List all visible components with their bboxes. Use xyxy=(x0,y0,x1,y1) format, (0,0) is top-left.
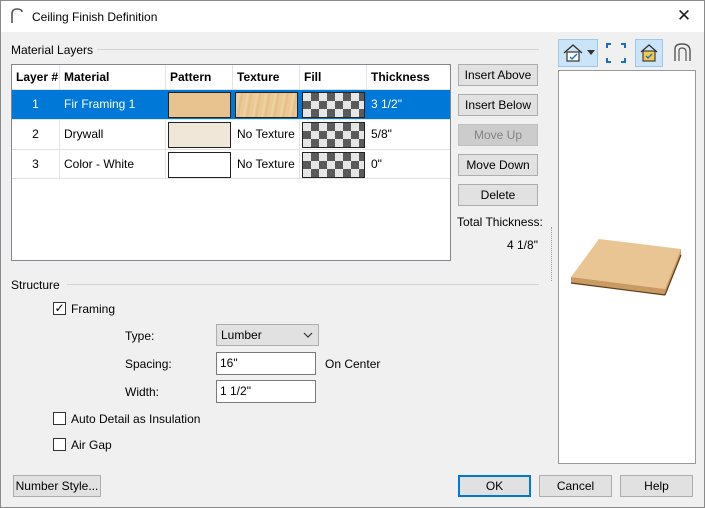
structure-label: Structure xyxy=(11,278,60,292)
type-label: Type: xyxy=(125,329,155,343)
texture-label[interactable]: No Texture xyxy=(233,150,300,179)
auto-detail-checkbox[interactable] xyxy=(53,412,66,425)
cross-section-icon[interactable] xyxy=(671,39,695,67)
delete-button[interactable]: Delete xyxy=(458,184,538,206)
material-name[interactable]: Fir Framing 1 xyxy=(60,90,166,119)
framing-label: Framing xyxy=(71,302,116,316)
splitter-handle[interactable] xyxy=(551,227,553,281)
air-gap-label: Air Gap xyxy=(71,438,112,452)
fill-swatch[interactable] xyxy=(302,152,365,178)
layer-number: 2 xyxy=(12,120,60,149)
color-toggle-button[interactable] xyxy=(635,39,663,67)
material-name[interactable]: Drywall xyxy=(60,120,166,149)
width-input[interactable]: 1 1/2" xyxy=(216,380,316,403)
pattern-swatch[interactable] xyxy=(168,152,231,178)
help-button[interactable]: Help xyxy=(620,475,693,497)
preview-pane[interactable] xyxy=(558,70,696,464)
view-camera-button[interactable] xyxy=(558,39,598,67)
layer-number: 1 xyxy=(12,90,60,119)
header-fill[interactable]: Fill xyxy=(300,65,367,89)
material-layers-label: Material Layers xyxy=(11,43,94,57)
total-thickness-label: Total Thickness: xyxy=(457,215,543,229)
texture-label[interactable]: No Texture xyxy=(233,120,300,149)
type-select[interactable]: Lumber xyxy=(216,324,319,346)
dialog-window: Ceiling Finish Definition ✕ Material Lay… xyxy=(0,0,705,508)
layer-thickness[interactable]: 3 1/2" xyxy=(367,90,450,119)
width-label: Width: xyxy=(125,385,160,399)
cancel-button[interactable]: Cancel xyxy=(539,475,612,497)
close-icon[interactable]: ✕ xyxy=(674,6,694,26)
header-material[interactable]: Material xyxy=(60,65,166,89)
insert-above-button[interactable]: Insert Above xyxy=(458,64,538,86)
spacing-label: Spacing: xyxy=(125,357,172,371)
layer-preview-slab xyxy=(570,239,682,296)
move-down-button[interactable]: Move Down xyxy=(458,154,538,176)
air-gap-checkbox[interactable] xyxy=(53,438,66,451)
header-thickness[interactable]: Thickness xyxy=(367,65,450,89)
structure-divider xyxy=(67,284,539,285)
spacing-input[interactable]: 16" xyxy=(216,352,316,375)
move-up-button[interactable]: Move Up xyxy=(458,124,538,146)
material-layers-divider xyxy=(97,49,539,50)
house-view-icon xyxy=(563,44,583,62)
fill-swatch[interactable] xyxy=(302,92,365,118)
color-toggle-icon xyxy=(640,44,658,62)
caret-down-icon xyxy=(587,50,595,55)
ok-button[interactable]: OK xyxy=(458,475,531,497)
material-name[interactable]: Color - White xyxy=(60,150,166,179)
window-title: Ceiling Finish Definition xyxy=(32,10,158,24)
on-center-label: On Center xyxy=(325,357,381,371)
pattern-swatch[interactable] xyxy=(168,92,231,118)
header-layer-num[interactable]: Layer # xyxy=(12,65,60,89)
header-texture[interactable]: Texture xyxy=(233,65,300,89)
title-bar: Ceiling Finish Definition ✕ xyxy=(1,1,704,32)
type-select-value: Lumber xyxy=(221,328,262,342)
table-row[interactable]: 3 Color - White No Texture 0" xyxy=(12,149,450,179)
table-row[interactable]: 1 Fir Framing 1 3 1/2" xyxy=(12,89,450,119)
fill-window-icon[interactable] xyxy=(604,39,628,67)
layer-number: 3 xyxy=(12,150,60,179)
header-pattern[interactable]: Pattern xyxy=(166,65,233,89)
number-style-button[interactable]: Number Style... xyxy=(13,475,101,497)
pattern-swatch[interactable] xyxy=(168,122,231,148)
table-row[interactable]: 2 Drywall No Texture 5/8" xyxy=(12,119,450,149)
app-logo-icon xyxy=(11,8,23,23)
layers-table[interactable]: Layer # Material Pattern Texture Fill Th… xyxy=(11,64,451,261)
layer-thickness[interactable]: 5/8" xyxy=(367,120,450,149)
fill-swatch[interactable] xyxy=(302,122,365,148)
auto-detail-label: Auto Detail as Insulation xyxy=(71,412,201,426)
texture-swatch[interactable] xyxy=(235,92,298,118)
chevron-down-icon xyxy=(303,332,313,338)
total-thickness-value: 4 1/8" xyxy=(507,238,538,252)
layer-thickness[interactable]: 0" xyxy=(367,150,450,179)
table-header: Layer # Material Pattern Texture Fill Th… xyxy=(12,65,450,89)
framing-checkbox[interactable]: ✓ xyxy=(53,301,66,315)
checkmark-icon: ✓ xyxy=(54,301,65,315)
insert-below-button[interactable]: Insert Below xyxy=(458,94,538,116)
